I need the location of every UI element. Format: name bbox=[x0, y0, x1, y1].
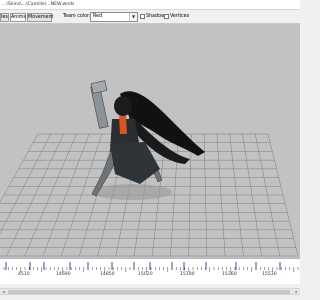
tick-label: 15020 bbox=[138, 272, 153, 277]
team-color-label: Team color: bbox=[63, 14, 91, 19]
chevron-down-icon: ▼ bbox=[129, 13, 137, 21]
scene-canvas bbox=[0, 80, 299, 257]
toolbar: les Anims Movement Team color: Red ▼ Sha… bbox=[0, 10, 300, 24]
tick-label: 15190 bbox=[180, 272, 195, 277]
timeline-scrollbar[interactable]: ◂ ▸ bbox=[0, 288, 300, 295]
window-title: ...\Skins\...\Camille\...NEW.wnds bbox=[0, 0, 300, 10]
team-color-value: Red bbox=[93, 14, 103, 19]
tab-meshes[interactable]: les bbox=[0, 13, 9, 22]
vertices-label: Vertices bbox=[170, 14, 190, 19]
character-model bbox=[90, 80, 205, 200]
tick-label: 15360 bbox=[222, 272, 237, 277]
scrollbar-thumb[interactable] bbox=[8, 290, 290, 294]
tick-label: 15530 bbox=[262, 272, 277, 277]
scroll-right-icon[interactable]: ▸ bbox=[293, 289, 300, 294]
animation-timeline[interactable]: 4510 14690 14850 15020 15190 15360 15530 bbox=[0, 258, 300, 284]
scroll-left-icon[interactable]: ◂ bbox=[0, 289, 7, 294]
team-color-select[interactable]: Red ▼ bbox=[90, 12, 138, 22]
tab-movement[interactable]: Movement bbox=[27, 13, 53, 22]
shadows-checkbox[interactable] bbox=[140, 14, 145, 19]
tick-label: 4510 bbox=[18, 272, 30, 277]
tab-anims[interactable]: Anims bbox=[10, 13, 26, 22]
tick-label: 14690 bbox=[56, 272, 71, 277]
vertices-checkbox[interactable] bbox=[164, 14, 169, 19]
tick-label: 14850 bbox=[100, 272, 115, 277]
3d-viewport[interactable] bbox=[0, 24, 300, 258]
